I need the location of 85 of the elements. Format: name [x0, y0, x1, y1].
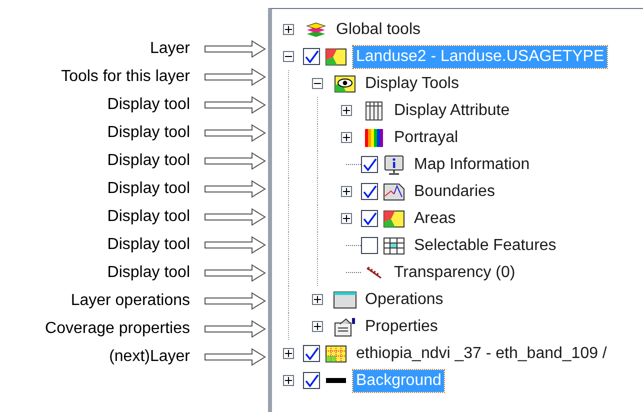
tree-item[interactable]: Transparency (0): [391, 262, 518, 284]
tree-item[interactable]: Selectable Features: [411, 234, 560, 256]
boundary-map-icon: [383, 182, 405, 200]
hollow-arrow-icon: [204, 292, 266, 310]
expand-button[interactable]: [341, 186, 352, 197]
checkbox[interactable]: [361, 156, 378, 173]
expand-button[interactable]: [341, 132, 352, 143]
stacked-layers-icon: [305, 22, 327, 38]
rainbow-bars-icon: [364, 128, 384, 148]
tree-item[interactable]: Portrayal: [391, 126, 462, 148]
checkbox[interactable]: [303, 345, 320, 362]
expand-button[interactable]: [283, 375, 294, 386]
tree-item[interactable]: Areas: [411, 208, 459, 230]
expand-button[interactable]: [283, 24, 294, 35]
minus-icon: [285, 56, 292, 57]
expand-button[interactable]: [283, 348, 294, 359]
checkbox[interactable]: [303, 372, 320, 389]
hollow-arrow-icon: [204, 348, 266, 366]
checkmark-icon: [362, 212, 376, 225]
annotation-label: Display tool: [107, 179, 190, 199]
expand-button[interactable]: [341, 213, 352, 224]
hollow-arrow-icon: [204, 180, 266, 198]
hollow-arrow-icon: [204, 152, 266, 170]
plus-icon: [343, 215, 350, 222]
plus-icon: [314, 296, 321, 303]
table-icon: [364, 100, 384, 120]
hatched-stripe-icon: [365, 266, 383, 280]
annotation-label: Display tool: [107, 151, 190, 171]
plus-icon: [314, 323, 321, 330]
annotation-label: Display tool: [107, 207, 190, 227]
expand-button[interactable]: [312, 321, 323, 332]
plus-icon: [285, 350, 292, 357]
checkbox[interactable]: [303, 48, 320, 65]
checkbox[interactable]: [361, 183, 378, 200]
plus-icon: [343, 188, 350, 195]
expand-button[interactable]: [312, 78, 323, 89]
annotation-label: Layer: [150, 39, 190, 59]
checkmark-icon: [304, 374, 318, 387]
map-area-icon: [383, 210, 405, 228]
minus-icon: [314, 83, 321, 84]
plus-icon: [285, 377, 292, 384]
checkmark-icon: [304, 347, 318, 360]
tree-item[interactable]: Map Information: [411, 154, 533, 176]
hollow-arrow-icon: [204, 208, 266, 226]
window-icon: [333, 290, 357, 308]
raster-grid-icon: [325, 344, 347, 362]
line-symbol-icon: [325, 376, 347, 384]
tree-item[interactable]: Display Attribute: [391, 100, 513, 122]
tree-item[interactable]: ethiopia_ndvi _37 - eth_band_109 /: [353, 342, 610, 364]
info-monitor-icon: [383, 154, 405, 174]
eye-map-icon: [334, 74, 356, 92]
annotation-label: Layer operations: [70, 291, 190, 311]
tree-item[interactable]: Properties: [362, 316, 441, 338]
annotation-label: Display tool: [107, 95, 190, 115]
map-area-icon: [325, 48, 347, 66]
hollow-arrow-icon: [204, 124, 266, 142]
annotation-label: Coverage properties: [45, 319, 190, 339]
checkmark-icon: [304, 50, 318, 63]
plus-icon: [343, 134, 350, 141]
plus-icon: [343, 107, 350, 114]
tree-item[interactable]: Operations: [362, 288, 446, 310]
hollow-arrow-icon: [204, 40, 266, 58]
annotation-label: Display tool: [107, 123, 190, 143]
tree-item[interactable]: Display Tools: [362, 72, 462, 94]
tree-item[interactable]: Global tools: [333, 18, 424, 40]
tree-item[interactable]: Boundaries: [411, 180, 498, 202]
clipboard-icon: [333, 316, 357, 336]
checkbox[interactable]: [361, 210, 378, 227]
checkbox[interactable]: [361, 237, 378, 254]
checkmark-icon: [362, 158, 376, 171]
hollow-arrow-icon: [204, 264, 266, 282]
expand-button[interactable]: [283, 51, 294, 62]
annotation-label: Display tool: [107, 235, 190, 255]
annotation-label: Display tool: [107, 263, 190, 283]
hollow-arrow-icon: [204, 320, 266, 338]
grid-icon: [383, 236, 405, 254]
annotation-label: Tools for this layer: [61, 67, 190, 87]
hollow-arrow-icon: [204, 236, 266, 254]
expand-button[interactable]: [312, 294, 323, 305]
checkmark-icon: [362, 185, 376, 198]
expand-button[interactable]: [341, 105, 352, 116]
plus-icon: [285, 26, 292, 33]
hollow-arrow-icon: [204, 68, 266, 86]
annotation-label: (next)Layer: [109, 347, 190, 367]
hollow-arrow-icon: [204, 96, 266, 114]
